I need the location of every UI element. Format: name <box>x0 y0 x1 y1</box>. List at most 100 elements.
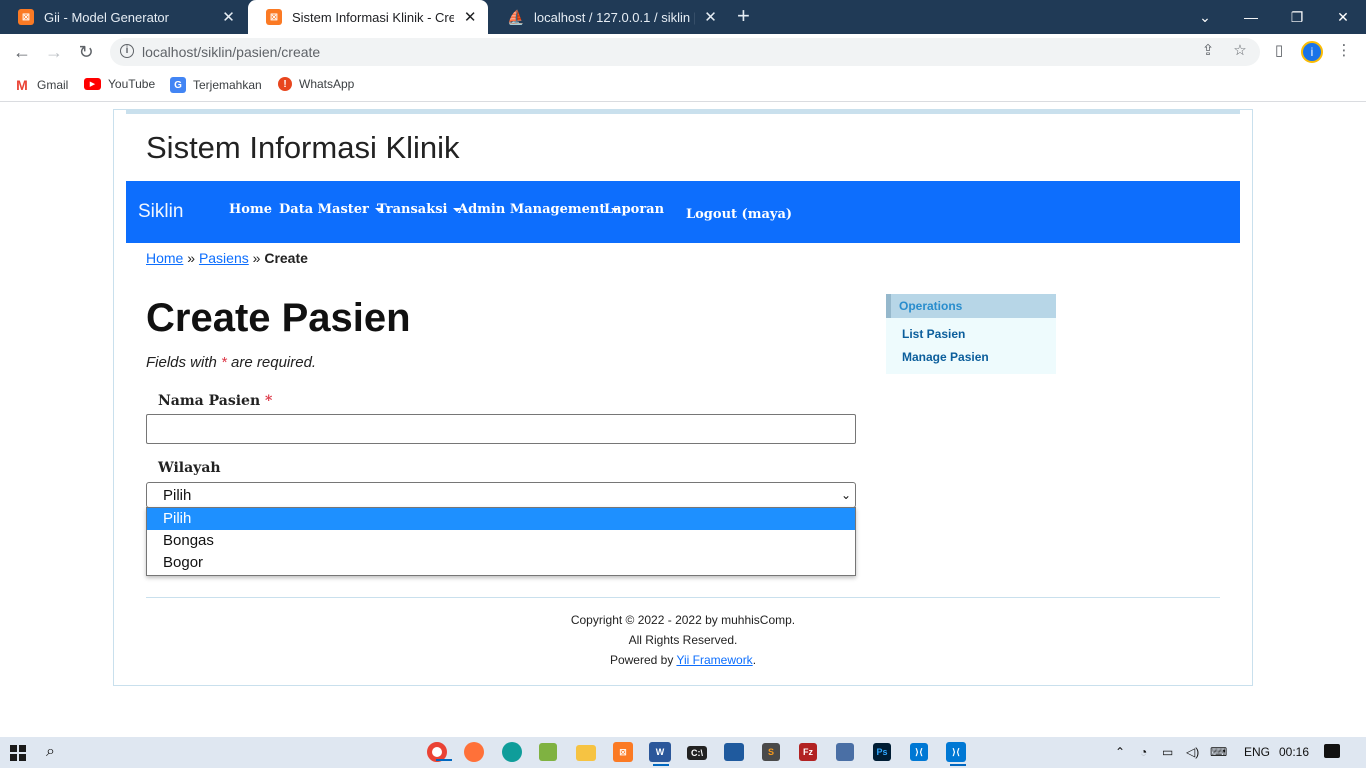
edge-icon[interactable] <box>502 742 522 762</box>
page-container: Sistem Informasi Klinik Siklin Home Data… <box>113 109 1253 686</box>
profile-avatar[interactable]: i <box>1301 41 1323 63</box>
address-bar[interactable]: i localhost/siklin/pasien/create <box>110 38 1260 66</box>
clock[interactable]: 00:16 <box>1279 745 1309 759</box>
manage-pasien-link[interactable]: Manage Pasien <box>886 345 1056 368</box>
wilayah-select[interactable]: Pilih ⌄ <box>146 482 856 508</box>
wilayah-option[interactable]: Pilih <box>147 508 855 530</box>
wifi-icon[interactable]: ◔ <box>1140 745 1147 759</box>
xampp-icon[interactable]: ⊠ <box>613 742 633 762</box>
tab-label: Sistem Informasi Klinik - Create Pasien <box>292 9 455 25</box>
windows-start-icon[interactable] <box>10 745 26 761</box>
nama-pasien-input[interactable] <box>146 414 856 444</box>
nav-transaksi[interactable]: Transaksi <box>377 202 462 217</box>
filezilla-icon[interactable]: Fz <box>799 743 817 761</box>
nama-pasien-label: Nama Pasien * <box>158 393 273 409</box>
notepad-icon[interactable] <box>539 743 557 761</box>
breadcrumb-current: Create <box>264 250 308 266</box>
sublime-text-icon[interactable]: S <box>762 743 780 761</box>
restore-icon[interactable]: ❐ <box>1274 0 1320 34</box>
browser-toolbar: ← → ↻ i localhost/siklin/pasien/create ⇪… <box>0 34 1366 70</box>
back-icon[interactable]: ← <box>10 40 34 64</box>
vscode-icon[interactable]: ⟩⟨ <box>946 742 966 766</box>
bookmark-label: WhatsApp <box>299 77 355 91</box>
menu-icon[interactable]: ⋮ <box>1333 40 1355 62</box>
xampp-icon: ⊠ <box>266 9 282 25</box>
tab-gii[interactable]: ⊠ Gii - Model Generator ✕ <box>0 0 246 34</box>
url-text[interactable]: localhost/siklin/pasien/create <box>142 44 320 60</box>
notification-icon[interactable] <box>1324 744 1340 758</box>
close-icon[interactable]: ✕ <box>462 8 478 26</box>
page-footer: Copyright © 2022 - 2022 by muhhisComp. A… <box>114 610 1252 670</box>
nav-home[interactable]: Home <box>229 202 272 217</box>
google-translate-icon: G <box>170 77 186 93</box>
tray-chevron-up-icon[interactable]: ⌃ <box>1115 745 1125 759</box>
wilayah-option[interactable]: Bogor <box>147 552 855 574</box>
word-icon[interactable]: W <box>649 742 671 766</box>
tab-phpmyadmin[interactable]: ⛵ localhost / 127.0.0.1 / siklin | phpMy… <box>490 0 728 34</box>
web-page: Sistem Informasi Klinik Siklin Home Data… <box>0 103 1366 737</box>
close-icon[interactable]: ✕ <box>221 8 236 26</box>
tab-siklin-create[interactable]: ⊠ Sistem Informasi Klinik - Create Pasie… <box>248 0 488 34</box>
youtube-icon: ▶ <box>84 78 101 90</box>
breadcrumb-home[interactable]: Home <box>146 250 183 266</box>
xampp-icon: ⊠ <box>18 9 34 25</box>
nav-logout[interactable]: Logout (maya) <box>686 207 792 222</box>
breadcrumb-pasiens[interactable]: Pasiens <box>199 250 249 266</box>
required-fields-note: Fields with * are required. <box>146 354 317 371</box>
virtualbox-icon[interactable] <box>836 743 854 761</box>
bookmark-label: Terjemahkan <box>193 78 262 92</box>
bookmark-gmail[interactable]: M Gmail <box>14 77 68 93</box>
new-tab-icon[interactable]: + <box>737 5 750 27</box>
bookmark-label: Gmail <box>37 78 69 92</box>
bookmarks-bar: M Gmail ▶ YouTube G Terjemahkan ! WhatsA… <box>0 70 1366 102</box>
language-indicator[interactable]: ENG <box>1244 745 1270 759</box>
nav-admin-management[interactable]: Admin Management <box>458 202 620 217</box>
bookmark-youtube[interactable]: ▶ YouTube <box>84 77 155 91</box>
close-icon[interactable]: ✕ <box>703 8 718 26</box>
footer-divider <box>146 597 1220 598</box>
list-pasien-link[interactable]: List Pasien <box>886 322 1056 345</box>
tab-label: Gii - Model Generator <box>44 9 169 25</box>
bookmark-star-icon[interactable]: ☆ <box>1229 40 1251 62</box>
footer-rights: All Rights Reserved. <box>628 633 738 647</box>
battery-icon[interactable]: ▭ <box>1162 745 1173 759</box>
main-navbar: Siklin Home Data Master Transaksi Admin … <box>126 181 1240 243</box>
phpmyadmin-icon: ⛵ <box>507 8 525 25</box>
nav-laporan[interactable]: Laporan <box>604 202 664 217</box>
command-prompt-icon[interactable]: C:\ <box>687 746 707 760</box>
search-icon[interactable]: ⌕ <box>46 743 55 761</box>
bookmark-whatsapp[interactable]: ! WhatsApp <box>278 77 354 91</box>
wilayah-option[interactable]: Bongas <box>147 530 855 552</box>
footer-powered: Powered by Yii Framework. <box>609 653 757 667</box>
bookmark-terjemahkan[interactable]: G Terjemahkan <box>170 77 262 93</box>
windows-taskbar: ⌕ ⊠ W C:\ S Fz Ps ⟩⟨ ⟩⟨ ⌃ ◔ ▭ ◁) ⌨ ENG 0… <box>0 737 1366 768</box>
side-panel-icon[interactable]: ▯ <box>1268 40 1290 62</box>
minimize-icon[interactable]: — <box>1228 0 1274 34</box>
close-window-icon[interactable]: ✕ <box>1320 0 1366 34</box>
forward-icon[interactable]: → <box>42 40 66 64</box>
gmail-icon: M <box>16 77 28 93</box>
photoshop-icon[interactable]: Ps <box>873 743 891 761</box>
yii-framework-link[interactable]: Yii Framework <box>676 653 752 667</box>
tab-search-chevron-icon[interactable]: ⌄ <box>1182 0 1228 34</box>
site-info-icon[interactable]: i <box>120 44 134 58</box>
operations-heading: Operations <box>886 294 1056 318</box>
wilayah-dropdown-list: Pilih Bongas Bogor <box>146 507 856 576</box>
operations-sidebar: Operations List Pasien Manage Pasien <box>886 294 1056 374</box>
file-explorer-icon[interactable] <box>576 745 596 761</box>
bookmark-label: YouTube <box>108 77 156 91</box>
whatsapp-icon: ! <box>278 77 292 91</box>
vscode-icon[interactable]: ⟩⟨ <box>910 743 928 761</box>
reload-icon[interactable]: ↻ <box>74 40 98 64</box>
browser-tab-strip: ⊠ Gii - Model Generator ✕ ⊠ Sistem Infor… <box>0 0 1366 34</box>
navbar-brand[interactable]: Siklin <box>138 201 183 223</box>
share-icon[interactable]: ⇪ <box>1197 40 1219 62</box>
nav-data-master[interactable]: Data Master <box>279 202 383 217</box>
volume-icon[interactable]: ◁) <box>1186 745 1199 759</box>
footer-copyright: Copyright © 2022 - 2022 by muhhisComp. <box>570 613 796 627</box>
keyboard-icon[interactable]: ⌨ <box>1210 745 1227 759</box>
screenshot-tool-icon[interactable] <box>724 743 744 761</box>
firefox-icon[interactable] <box>464 742 484 762</box>
chrome-icon[interactable] <box>427 742 452 762</box>
tab-label: localhost / 127.0.0.1 / siklin | phpMyAd… <box>534 9 695 25</box>
